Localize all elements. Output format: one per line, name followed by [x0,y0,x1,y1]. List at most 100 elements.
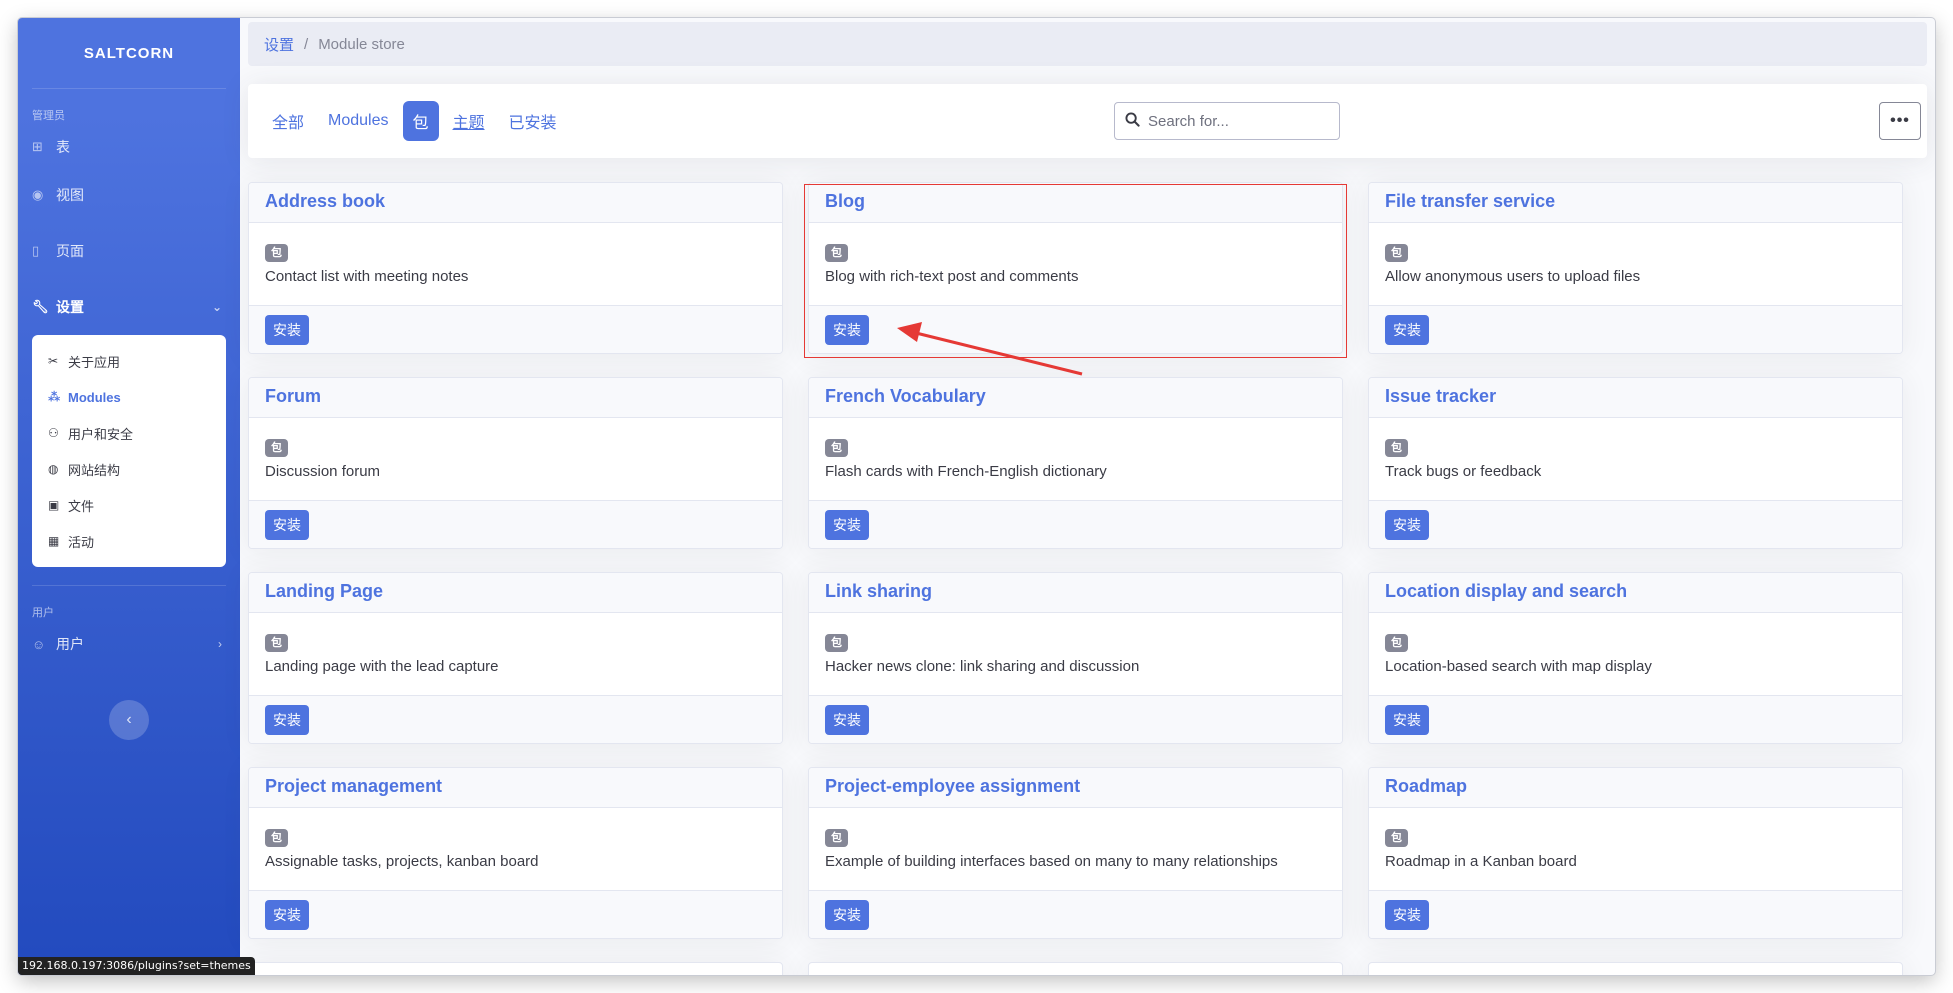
images-icon: ▣ [48,498,60,512]
module-body: 包 Assignable tasks, projects, kanban boa… [249,808,782,890]
module-body: 包 Contact list with meeting notes [249,223,782,305]
module-title[interactable]: File transfer service [1369,183,1902,223]
chevron-left-icon: ‹ [126,711,132,728]
module-body: 包 Allow anonymous users to upload files [1369,223,1902,305]
module-title[interactable]: Address book [249,183,782,223]
sidebar-item-tables[interactable]: ⊞ 表 [18,127,240,167]
users-cog-icon: ⚇ [48,426,59,440]
module-card: Address book 包 Contact list with meeting… [248,182,783,354]
module-title[interactable]: Link sharing [809,573,1342,613]
pack-badge: 包 [265,244,288,262]
pack-badge: 包 [825,244,848,262]
sidebar-toggle-button[interactable]: ‹ [109,700,149,740]
pack-badge: 包 [825,634,848,652]
module-card: Roadmap 包 Roadmap in a Kanban board 安装 [1368,767,1903,939]
install-button[interactable]: 安装 [1385,315,1429,345]
install-button[interactable]: 安装 [1385,705,1429,735]
install-button[interactable]: 安装 [1385,900,1429,930]
breadcrumb-link-settings[interactable]: 设置 [264,34,294,55]
submenu-item-label: 关于应用 [68,354,121,370]
module-title[interactable]: Landing Page [249,573,782,613]
submenu-item-events[interactable]: ▦ 活动 [32,523,226,559]
module-card: File transfer service 包 Allow anonymous … [1368,182,1903,354]
module-card: Project-employee assignment 包 Example of… [808,767,1343,939]
sidebar-item-label: 设置 [56,299,84,315]
module-description: Example of building interfaces based on … [825,853,1278,870]
module-footer: 安装 [1369,305,1902,353]
module-description: Hacker news clone: link sharing and disc… [825,658,1140,675]
module-title[interactable]: Blog [809,183,1342,223]
sidebar-heading-admin: 管理员 [32,110,65,122]
eye-icon: ◉ [32,187,44,202]
pack-badge: 包 [825,829,848,847]
install-button[interactable]: 安装 [265,510,309,540]
pack-badge: 包 [1385,439,1408,457]
install-button[interactable]: 安装 [825,315,869,345]
sidebar-item-label: 用户 [56,636,84,652]
install-button[interactable]: 安装 [825,900,869,930]
module-footer: 安装 [809,890,1342,938]
install-button[interactable]: 安装 [825,705,869,735]
tools-icon: ✂ [48,354,59,368]
submenu-item-label: Modules [68,389,121,405]
module-card: Link sharing 包 Hacker news clone: link s… [808,572,1343,744]
breadcrumb: 设置 / Module store [248,22,1927,66]
sidebar-item-users[interactable]: ☺ 用户 › [18,624,240,664]
sidebar-heading-users: 用户 [32,607,54,619]
tab-installed[interactable]: 已安装 [499,101,567,141]
install-button[interactable]: 安装 [825,510,869,540]
module-body: 包 Track bugs or feedback [1369,418,1902,500]
submenu-item-label: 文件 [68,498,95,514]
submenu-item-about[interactable]: ✂ 关于应用 [32,343,226,379]
module-title[interactable]: French Vocabulary [809,378,1342,418]
tab-packs[interactable]: 包 [402,101,439,141]
install-button[interactable]: 安装 [265,900,309,930]
module-body: 包 Blog with rich-text post and comments [809,223,1342,305]
module-footer: 安装 [249,890,782,938]
sidebar-item-views[interactable]: ◉ 视图 [18,167,240,223]
sidebar-item-label: 视图 [56,187,84,203]
module-title[interactable]: Project-employee assignment [809,768,1342,808]
module-title[interactable]: Issue tracker [1369,378,1902,418]
sidebar-item-settings[interactable]: 🔧︎ 设置 ⌄ [18,279,240,335]
file-icon: ▯ [32,243,40,258]
filter-tabs: 全部 Modules 包 主题 已安装 [262,101,571,141]
module-card: Project management 包 Assignable tasks, p… [248,767,783,939]
sidebar-item-pages[interactable]: ▯ 页面 [18,223,240,279]
submenu-item-users-security[interactable]: ⚇ 用户和安全 [32,415,226,451]
more-options-button[interactable]: ••• [1879,102,1921,140]
install-button[interactable]: 安装 [265,705,309,735]
module-description: Discussion forum [265,463,381,480]
module-card: Blog 包 Blog with rich-text post and comm… [808,182,1343,354]
search-input[interactable]: Search for... [1114,102,1340,140]
table-icon: ⊞ [32,139,43,154]
module-card-partial [808,962,1343,975]
module-title[interactable]: Roadmap [1369,768,1902,808]
module-title[interactable]: Project management [249,768,782,808]
tab-all[interactable]: 全部 [262,101,314,141]
module-description: Flash cards with French-English dictiona… [825,463,1107,480]
module-body: 包 Flash cards with French-English dictio… [809,418,1342,500]
submenu-item-files[interactable]: ▣ 文件 [32,487,226,523]
module-card: Issue tracker 包 Track bugs or feedback 安… [1368,377,1903,549]
module-title[interactable]: Forum [249,378,782,418]
chevron-right-icon: › [218,637,222,651]
module-card: Landing Page 包 Landing page with the lea… [248,572,783,744]
brand-logo[interactable]: SALTCORN [18,18,240,88]
install-button[interactable]: 安装 [265,315,309,345]
module-footer: 安装 [249,305,782,353]
module-card-partial [248,962,783,975]
submenu-item-modules[interactable]: ⁂ Modules [32,379,226,415]
module-title[interactable]: Location display and search [1369,573,1902,613]
tab-themes[interactable]: 主题 [443,101,495,141]
submenu-item-site-structure[interactable]: ◍ 网站结构 [32,451,226,487]
module-body: 包 Location-based search with map display [1369,613,1902,695]
user-icon: ☺ [32,636,46,652]
module-card: Location display and search 包 Location-b… [1368,572,1903,744]
module-footer: 安装 [809,305,1342,353]
pack-badge: 包 [265,829,288,847]
install-button[interactable]: 安装 [1385,510,1429,540]
tab-modules[interactable]: Modules [318,101,398,141]
chevron-down-icon: ⌄ [211,300,222,314]
pack-badge: 包 [265,634,288,652]
